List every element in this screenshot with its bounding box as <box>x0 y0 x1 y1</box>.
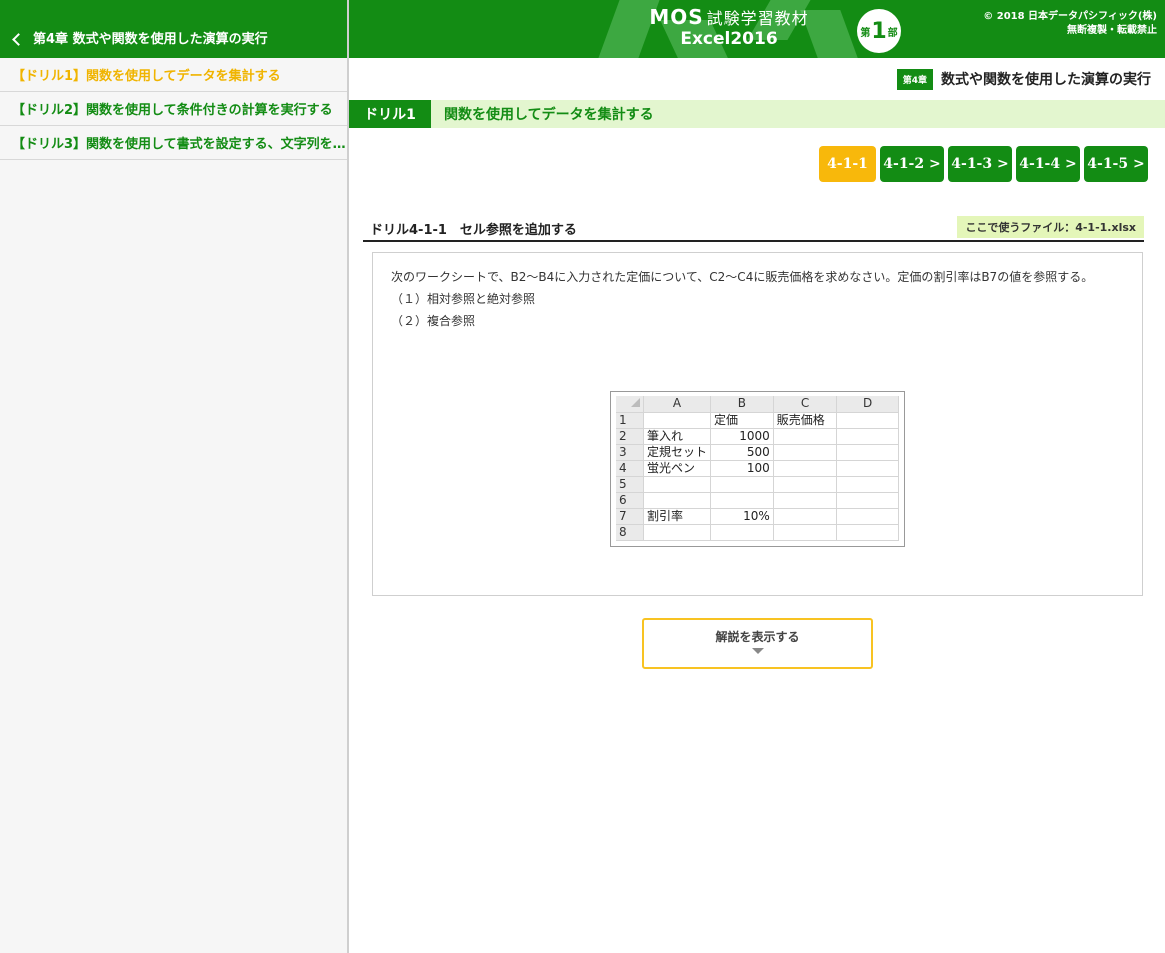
sidebar-item-label: 【ドリル3】関数を使用して書式を設定する、文字列を… <box>12 137 346 152</box>
worksheet-table: A B C D 1 定価 販売価格 2 筆入れ 1000 3 定規セット 500 <box>616 396 899 541</box>
cell <box>773 492 838 509</box>
worksheet-image: A B C D 1 定価 販売価格 2 筆入れ 1000 3 定規セット 500 <box>610 391 905 547</box>
sidebar-item-drill2[interactable]: 【ドリル2】関数を使用して条件付きの計算を実行する <box>0 92 347 126</box>
cell: 10% <box>710 508 774 525</box>
chevron-left-icon <box>12 33 25 46</box>
drill-tag: ドリル1 <box>349 100 431 128</box>
row-number: 1 <box>616 412 644 429</box>
step-button-4-1-3[interactable]: 4-1-3 > <box>948 146 1012 182</box>
cell <box>643 524 712 541</box>
row-number: 7 <box>616 508 644 525</box>
step-nav: 4-1-1 4-1-2 > 4-1-3 > 4-1-4 > 4-1-5 > <box>819 146 1148 182</box>
row-number: 3 <box>616 444 644 461</box>
column-header: B <box>710 396 774 413</box>
cell <box>710 492 774 509</box>
cell: 蛍光ペン <box>643 460 712 477</box>
cell: 筆入れ <box>643 428 712 445</box>
chapter-tag: 第4章 <box>896 68 933 90</box>
table-row: 3 定規セット 500 <box>616 444 899 461</box>
cell: 1000 <box>710 428 774 445</box>
cell <box>773 460 838 477</box>
cell <box>836 412 899 429</box>
cell: 定規セット <box>643 444 712 461</box>
section-heading: ドリル4-1-1 セル参照を追加する ここで使うファイル：4-1-1.xlsx <box>363 216 1144 242</box>
cell <box>773 444 838 461</box>
chapter-title-line: 第4章 数式や関数を使用した演算の実行 <box>349 58 1165 100</box>
cell <box>836 444 899 461</box>
header-bar: MOS 試験学習教材 Excel2016 第1部 © 2018 日本データパシフィ… <box>349 0 1165 58</box>
sidebar-item-label: 【ドリル1】関数を使用してデータを集計する <box>12 69 281 84</box>
table-row: 5 <box>616 476 899 493</box>
sidebar-item-label: 【ドリル2】関数を使用して条件付きの計算を実行する <box>12 103 333 118</box>
cell <box>773 428 838 445</box>
section-title: ドリル4-1-1 セル参照を追加する <box>370 222 577 238</box>
show-explanation-label: 解説を表示する <box>715 630 800 644</box>
cell <box>643 492 712 509</box>
step-button-4-1-5[interactable]: 4-1-5 > <box>1084 146 1148 182</box>
cell <box>836 508 899 525</box>
table-row: 6 <box>616 492 899 509</box>
cell <box>773 508 838 525</box>
column-header: D <box>836 396 899 413</box>
file-label: ここで使うファイル：4-1-1.xlsx <box>957 216 1144 238</box>
drill-bar: ドリル1 関数を使用してデータを集計する <box>349 100 1165 128</box>
sidebar-item-drill3[interactable]: 【ドリル3】関数を使用して書式を設定する、文字列を… <box>0 126 347 160</box>
cell <box>643 476 712 493</box>
row-number: 8 <box>616 524 644 541</box>
table-row: 2 筆入れ 1000 <box>616 428 899 445</box>
column-header-row: A B C D <box>616 396 899 413</box>
cell <box>836 476 899 493</box>
table-row: 7 割引率 10% <box>616 508 899 525</box>
row-number: 4 <box>616 460 644 477</box>
cell <box>710 524 774 541</box>
cell <box>836 428 899 445</box>
table-row: 8 <box>616 524 899 541</box>
logo: MOS 試験学習教材 Excel2016 第1部 <box>598 0 909 58</box>
caret-down-icon <box>751 648 764 654</box>
cell <box>773 524 838 541</box>
sidebar-back-link[interactable]: 第4章 数式や関数を使用した演算の実行 <box>0 0 347 58</box>
cell: 定価 <box>710 412 774 429</box>
logo-excel: Excel2016 <box>680 29 778 49</box>
sidebar: 第4章 数式や関数を使用した演算の実行 【ドリル1】関数を使用してデータを集計す… <box>0 0 349 953</box>
cell: 割引率 <box>643 508 712 525</box>
copyright: © 2018 日本データパシフィック(株) 無断複製・転載禁止 <box>983 11 1157 36</box>
cell <box>836 460 899 477</box>
step-button-4-1-4[interactable]: 4-1-4 > <box>1016 146 1080 182</box>
question-option-1: （１）相対参照と絶対参照 <box>391 292 536 306</box>
cell <box>836 524 899 541</box>
question-option-2: （２）複合参照 <box>391 314 476 328</box>
row-number: 6 <box>616 492 644 509</box>
table-row: 1 定価 販売価格 <box>616 412 899 429</box>
column-header: C <box>773 396 838 413</box>
row-number: 5 <box>616 476 644 493</box>
chapter-title: 数式や関数を使用した演算の実行 <box>941 72 1151 88</box>
step-button-4-1-2[interactable]: 4-1-2 > <box>880 146 944 182</box>
cell <box>836 492 899 509</box>
question-text: 次のワークシートで、B2～B4に入力された定価について、C2～C4に販売価格を求… <box>391 270 1094 284</box>
select-all-corner <box>616 396 644 413</box>
cell: 500 <box>710 444 774 461</box>
cell: 100 <box>710 460 774 477</box>
sidebar-item-drill1[interactable]: 【ドリル1】関数を使用してデータを集計する <box>0 58 347 92</box>
drill-title: 関数を使用してデータを集計する <box>444 107 654 123</box>
column-header: A <box>643 396 712 413</box>
part-badge: 第1部 <box>857 9 901 53</box>
cell <box>773 476 838 493</box>
logo-mos: MOS <box>649 5 704 29</box>
logo-subtitle: 試験学習教材 <box>706 9 809 28</box>
row-number: 2 <box>616 428 644 445</box>
show-explanation-button[interactable]: 解説を表示する <box>642 618 873 669</box>
cell: 販売価格 <box>773 412 838 429</box>
table-row: 4 蛍光ペン 100 <box>616 460 899 477</box>
sidebar-header-label: 第4章 数式や関数を使用した演算の実行 <box>33 32 268 47</box>
cell <box>710 476 774 493</box>
cell <box>643 412 712 429</box>
step-button-4-1-1[interactable]: 4-1-1 <box>819 146 876 182</box>
